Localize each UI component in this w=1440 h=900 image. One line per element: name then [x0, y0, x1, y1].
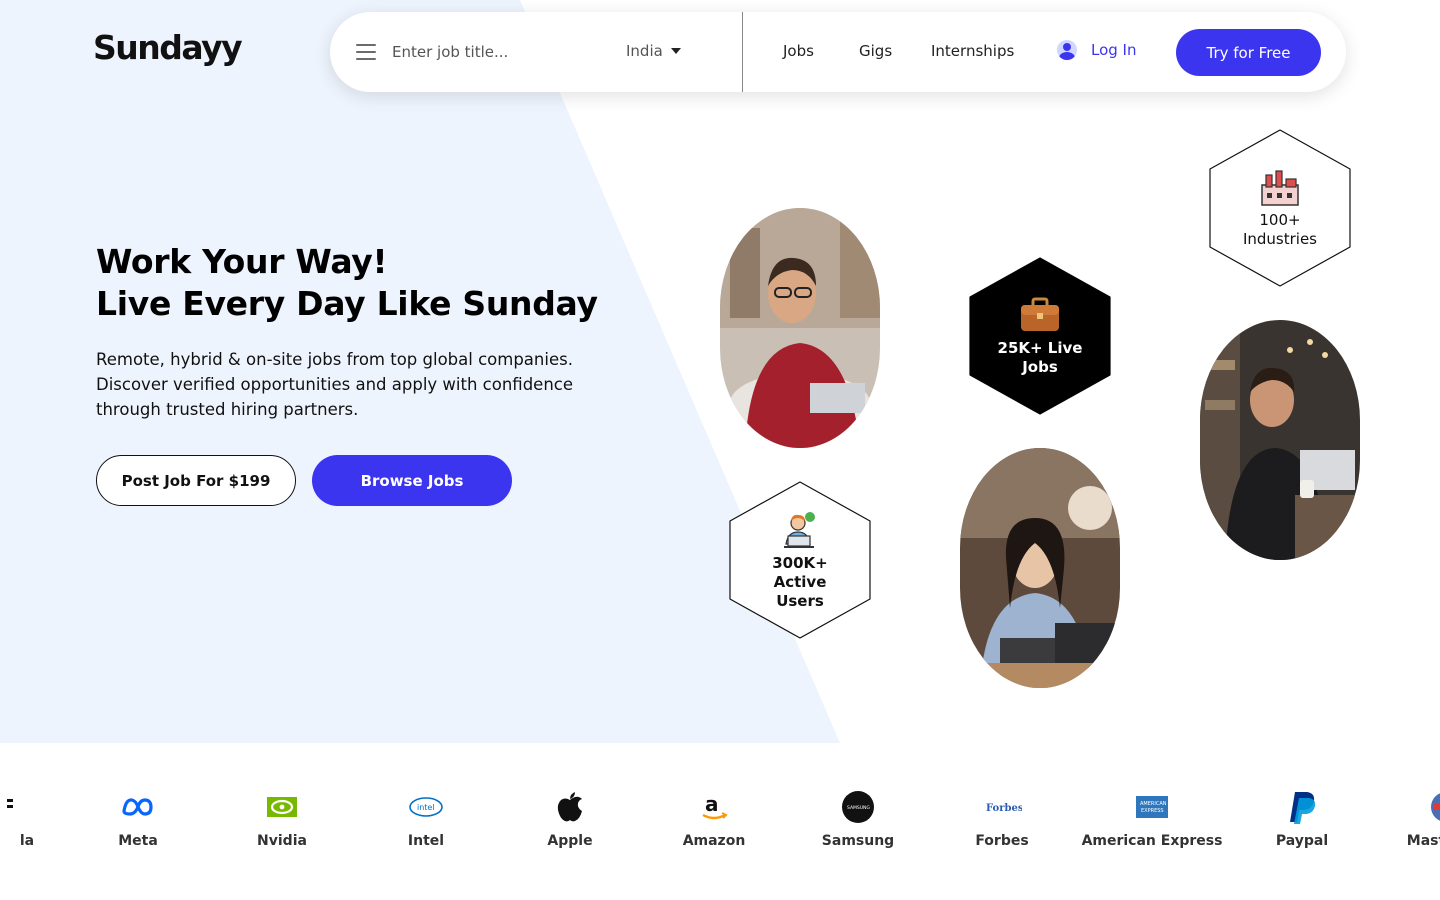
photo-woman-headphones [960, 448, 1120, 688]
meta-logo-icon [121, 789, 155, 825]
caret-down-icon [670, 48, 681, 54]
user-laptop-icon [784, 511, 815, 548]
company-item[interactable]: Mast [1376, 789, 1440, 849]
svg-text:a: a [705, 792, 719, 816]
company-item[interactable]: Paypal [1232, 789, 1372, 849]
mastercard-logo-icon [1429, 789, 1440, 825]
svg-text:Forbes: Forbes [986, 803, 1022, 814]
samsung-logo-icon: SAMSUNG [841, 789, 875, 825]
paypal-logo-icon [1287, 789, 1317, 825]
login-label: Log In [1091, 41, 1137, 59]
hero-title: Work Your Way! Live Every Day Like Sunda… [96, 241, 598, 325]
company-item[interactable]: Meta [68, 789, 208, 849]
apple-logo-icon [555, 789, 585, 825]
intel-logo-icon: intel [408, 789, 444, 825]
stat-jobs-label: Jobs [1022, 358, 1058, 376]
post-job-button[interactable]: Post Job For $199 [96, 455, 296, 506]
photo-man-red-sweater [720, 208, 880, 448]
try-for-free-button[interactable]: Try for Free [1176, 29, 1321, 76]
nav-link-jobs[interactable]: Jobs [783, 42, 814, 60]
company-name: Nvidia [257, 833, 307, 849]
photo-man-laptop [1200, 320, 1360, 560]
company-name: Apple [547, 833, 593, 849]
country-select[interactable]: India [626, 42, 681, 60]
stat-users-label1: Active [773, 572, 827, 591]
forbes-logo-icon: Forbes [982, 789, 1022, 825]
company-name: Forbes [975, 833, 1029, 849]
company-item[interactable]: Nvidia [212, 789, 352, 849]
company-item[interactable]: intel Intel [356, 789, 496, 849]
nav-link-internships[interactable]: Internships [931, 42, 1014, 60]
company-item[interactable]: Forbes Forbes [932, 789, 1072, 849]
company-item[interactable]: AMERICAN EXPRESS American Express [1082, 789, 1222, 849]
company-name: Meta [118, 833, 158, 849]
stat-industries-value: 100+ [1259, 211, 1301, 229]
hero-title-line1: Work Your Way! [96, 242, 388, 281]
amex-logo-icon: AMERICAN EXPRESS [1135, 789, 1169, 825]
country-select-value: India [626, 42, 663, 60]
nvidia-logo-icon [265, 789, 299, 825]
factory-icon [1261, 170, 1299, 206]
brand-logo[interactable]: Sundayy [93, 28, 243, 67]
hero-description: Remote, hybrid & on-site jobs from top g… [96, 350, 573, 419]
svg-text:intel: intel [417, 803, 435, 812]
company-name: Mast [1406, 833, 1440, 849]
hamburger-menu-icon[interactable] [356, 44, 376, 60]
company-item[interactable]: a Amazon [644, 789, 784, 849]
company-logo-strip: la Meta Nvidia intel Intel Apple a Amazo… [0, 743, 1440, 900]
stat-live-jobs: 25K+ Live Jobs [969, 257, 1111, 415]
job-search-input[interactable] [392, 36, 592, 68]
company-name: American Express [1081, 833, 1223, 849]
user-avatar-icon [1057, 40, 1077, 60]
login-link[interactable]: Log In [1057, 40, 1137, 60]
stat-industries: 100+ Industries [1209, 129, 1351, 287]
company-name: Intel [407, 833, 445, 849]
stat-active-users: 300K+ Active Users [729, 481, 871, 639]
svg-text:EXPRESS: EXPRESS [1141, 808, 1164, 814]
hero-title-line2: Live Every Day Like Sunday [96, 284, 598, 323]
company-name: Paypal [1275, 833, 1329, 849]
browse-jobs-button[interactable]: Browse Jobs [312, 455, 512, 506]
company-item[interactable]: la [0, 789, 68, 849]
company-name: la [19, 833, 35, 849]
company-name: Amazon [682, 833, 746, 849]
svg-text:AMERICAN: AMERICAN [1140, 801, 1167, 807]
top-navbar: India Jobs Gigs Internships Log In Try f… [330, 12, 1346, 92]
stat-users-value: 300K+ [772, 553, 828, 572]
company-item[interactable]: Apple [500, 789, 640, 849]
stat-users-label2: Users [776, 591, 824, 610]
svg-text:SAMSUNG: SAMSUNG [847, 805, 870, 811]
nav-divider [742, 12, 743, 92]
briefcase-icon [1021, 297, 1059, 331]
stat-jobs-value: 25K+ Live [997, 339, 1083, 357]
company-name: Samsung [821, 833, 895, 849]
amazon-logo-icon: a [698, 789, 730, 825]
stat-industries-label: Industries [1242, 230, 1318, 248]
nav-link-gigs[interactable]: Gigs [859, 42, 892, 60]
company-item[interactable]: SAMSUNG Samsung [788, 789, 928, 849]
partial-logo-icon [0, 789, 13, 825]
